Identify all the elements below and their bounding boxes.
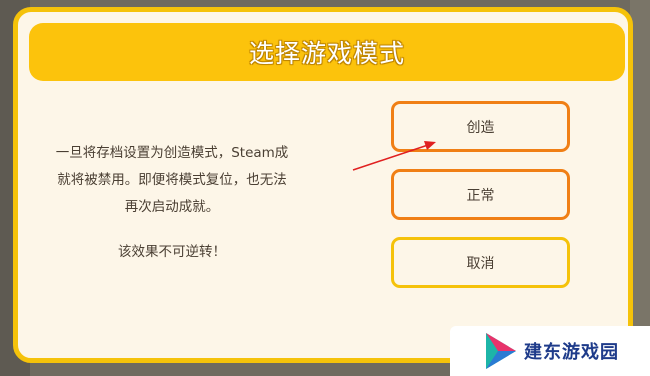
message-line: 再次启动成就。 — [124, 199, 220, 215]
game-scene: 选择游戏模式 一旦将存档设置为创造模式，Steam成 就将被禁用。即便将模式复位… — [0, 0, 650, 376]
create-mode-button[interactable]: 创造 — [391, 101, 570, 152]
play-triangle-logo-icon — [486, 333, 516, 369]
normal-mode-label: 正常 — [466, 187, 495, 204]
dialog-title-bar: 选择游戏模式 — [29, 23, 625, 81]
cancel-label: 取消 — [466, 255, 495, 272]
message-line: 就将被禁用。即便将模式复位，也无法 — [57, 172, 287, 188]
create-mode-label: 创造 — [466, 119, 495, 136]
irreversible-warning: 该效果不可逆转！ — [118, 244, 226, 260]
watermark-text: 建东游戏园 — [524, 342, 619, 363]
dialog-title: 选择游戏模式 — [248, 39, 405, 68]
watermark: 建东游戏园 — [450, 326, 650, 376]
message-line: 一旦将存档设置为创造模式，Steam成 — [55, 145, 289, 161]
dialog-message: 一旦将存档设置为创造模式，Steam成 就将被禁用。即便将模式复位，也无法 再次… — [22, 140, 322, 221]
background-right — [630, 0, 650, 376]
normal-mode-button[interactable]: 正常 — [391, 169, 570, 220]
cancel-button[interactable]: 取消 — [391, 237, 570, 288]
